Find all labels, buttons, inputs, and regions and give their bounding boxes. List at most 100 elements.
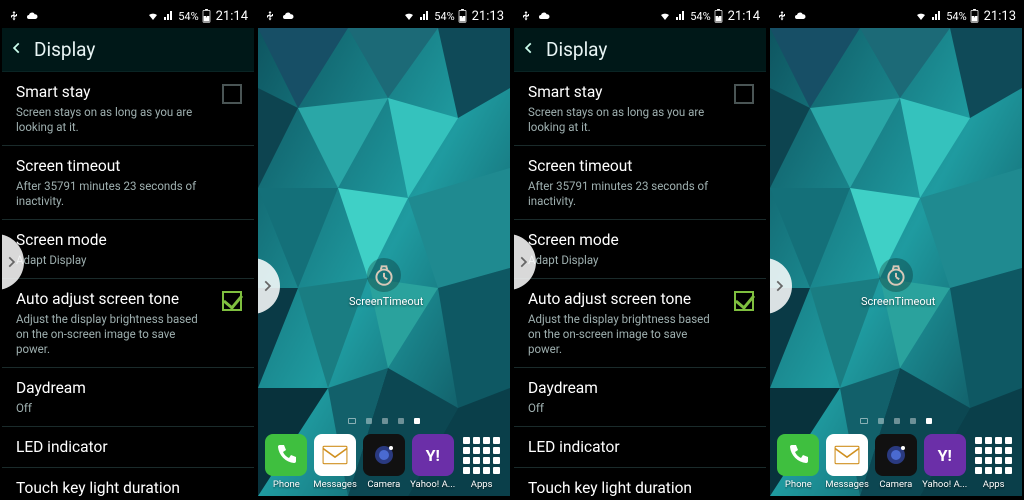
msg-icon	[826, 434, 868, 476]
page-indicator[interactable]	[348, 418, 420, 424]
setting-touch-key-light-duration[interactable]: Touch key light duration1.5 seconds	[2, 468, 254, 496]
dock-app-apps[interactable]: Apps	[971, 434, 1016, 490]
setting-daydream[interactable]: Daydream Off	[514, 368, 766, 427]
dock: PhoneMessages Camera Y!Yahoo! A...Apps	[770, 434, 1022, 496]
home-screen[interactable]: ScreenTimeout PhoneMessagesCameraY!Yahoo…	[258, 28, 510, 496]
setting-label: LED indicator	[528, 437, 754, 457]
app-label: Camera	[367, 479, 400, 490]
pager-dot[interactable]	[878, 418, 884, 424]
cloud-icon	[25, 10, 39, 22]
clock: 21:14	[728, 9, 760, 24]
page-title: Display	[34, 38, 95, 61]
setting-sub: Off	[528, 401, 723, 416]
battery-pct: 54%	[178, 10, 198, 23]
usb-icon	[520, 10, 532, 22]
back-icon[interactable]	[10, 38, 24, 62]
status-bar: 54% 21:14	[514, 4, 766, 28]
dock-app-phone[interactable]: Phone	[264, 434, 309, 490]
setting-smart-stay[interactable]: Smart stayScreen stays on as long as you…	[514, 72, 766, 146]
pager-dot[interactable]	[894, 418, 900, 424]
checkbox[interactable]	[734, 291, 754, 311]
setting-label: Screen mode	[16, 230, 242, 250]
setting-sub: Off	[16, 401, 211, 416]
setting-screen-timeout[interactable]: Screen timeout After 35791 minutes 23 sec…	[514, 146, 766, 220]
setting-daydream[interactable]: DaydreamOff	[2, 368, 254, 427]
dock-app-yahoo[interactable]: Y!Yahoo! A...	[922, 434, 967, 490]
msg-icon	[314, 434, 356, 476]
dock-app-phone[interactable]: Phone	[776, 434, 821, 490]
setting-smart-stay[interactable]: Smart stayScreen stays on as long as you…	[2, 72, 254, 146]
setting-screen-timeout[interactable]: Screen timeoutAfter 35791 minutes 23 sec…	[2, 146, 254, 220]
status-bar: 54% 21:13	[258, 4, 510, 28]
yahoo-icon: Y!	[412, 434, 454, 476]
setting-screen-mode[interactable]: Screen modeAdapt Display	[514, 220, 766, 279]
setting-sub: Screen stays on as long as you are looki…	[16, 105, 211, 135]
setting-led-indicator[interactable]: LED indicator	[2, 427, 254, 468]
battery-pct: 54%	[690, 10, 710, 23]
dock-app-cam[interactable]: Camera	[361, 434, 406, 490]
page-indicator[interactable]	[860, 418, 932, 424]
app-label: Messages	[313, 479, 357, 490]
pager-home[interactable]	[860, 418, 868, 424]
setting-auto-adjust-screen-tone[interactable]: Auto adjust screen tone Adjust the displa…	[2, 279, 254, 368]
pager-dot[interactable]	[382, 418, 388, 424]
dock-app-msg[interactable]: Messages	[313, 434, 358, 490]
dock-app-yahoo[interactable]: Y!Yahoo! A...	[410, 434, 455, 490]
app-label: Apps	[471, 479, 493, 490]
signal-icon	[163, 10, 175, 22]
setting-label: Daydream	[528, 378, 754, 398]
usb-icon	[8, 10, 20, 22]
pager-dot-current[interactable]	[926, 418, 932, 424]
pager-home[interactable]	[348, 418, 356, 424]
setting-auto-adjust-screen-tone[interactable]: Auto adjust screen toneAdjust the displa…	[514, 279, 766, 368]
wifi-icon	[402, 10, 416, 22]
setting-sub: Adjust the display brightness based on t…	[528, 312, 723, 357]
settings-header: Display	[2, 28, 254, 72]
clock: 21:13	[472, 9, 504, 24]
setting-label: Screen timeout	[528, 156, 754, 176]
signal-icon	[419, 10, 431, 22]
clock: 21:13	[984, 9, 1016, 24]
wifi-icon	[658, 10, 672, 22]
setting-led-indicator[interactable]: LED indicator	[514, 427, 766, 468]
app-label: Yahoo! A...	[922, 479, 967, 490]
phone-icon	[777, 434, 819, 476]
home-screen[interactable]: ScreenTimeout PhoneMessagesCameraY!Yahoo…	[770, 28, 1022, 496]
back-icon[interactable]	[522, 38, 536, 62]
setting-sub: Adjust the display brightness based on t…	[16, 312, 211, 357]
wifi-icon	[146, 10, 160, 22]
pager-dot-current[interactable]	[414, 418, 420, 424]
checkbox[interactable]	[222, 84, 242, 104]
setting-sub: Adapt Display	[528, 253, 723, 268]
signal-icon	[675, 10, 687, 22]
page-title: Display	[546, 38, 607, 61]
phone-home-2: 54% 21:13 ScreenTimeout	[770, 4, 1022, 496]
phone-home-1: 54% 21:13 ScreenTimeout	[258, 4, 510, 496]
setting-sub: After 35791 minutes 23 seconds of inacti…	[16, 179, 211, 209]
pager-dot[interactable]	[366, 418, 372, 424]
setting-label: Touch key light duration	[16, 478, 242, 496]
pager-dot[interactable]	[910, 418, 916, 424]
checkbox[interactable]	[734, 84, 754, 104]
app-label: Phone	[273, 479, 300, 490]
checkbox[interactable]	[222, 291, 242, 311]
setting-touch-key-light-duration[interactable]: Touch key light duration1.5 seconds	[514, 468, 766, 496]
setting-screen-mode[interactable]: Screen modeAdapt Display	[2, 220, 254, 279]
pager-dot[interactable]	[398, 418, 404, 424]
cam-icon	[875, 434, 917, 476]
app-label: Camera	[879, 479, 912, 490]
dock-app-apps[interactable]: Apps	[459, 434, 504, 490]
cloud-icon	[537, 10, 551, 22]
battery-charging-icon	[202, 9, 211, 23]
setting-label: Auto adjust screen tone	[16, 289, 242, 309]
usb-icon	[264, 10, 276, 22]
settings-list: Smart stayScreen stays on as long as you…	[514, 72, 766, 496]
setting-label: Smart stay	[528, 82, 754, 102]
cloud-icon	[793, 10, 807, 22]
dock-app-msg[interactable]: Messages	[825, 434, 870, 490]
dock-app-cam[interactable]: Camera	[873, 434, 918, 490]
status-bar: 54% 21:14	[2, 4, 254, 28]
dock: Phone Messages Camera Y!Yahoo! A... Apps	[258, 434, 510, 496]
settings-header: Display	[514, 28, 766, 72]
setting-sub: After 35791 minutes 23 seconds of inacti…	[528, 179, 723, 209]
